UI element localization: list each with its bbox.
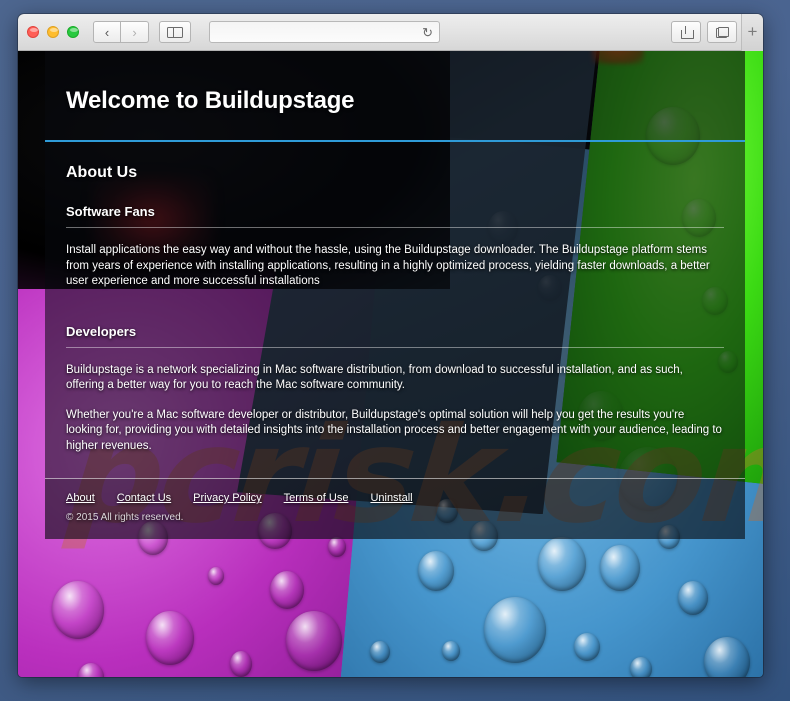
site-footer: About Contact Us Privacy Policy Terms of… — [45, 478, 745, 539]
footer-link-contact-us[interactable]: Contact Us — [117, 492, 171, 504]
footer-link-uninstall[interactable]: Uninstall — [370, 492, 412, 504]
section-paragraph: Buildupstage is a network specializing i… — [66, 363, 683, 392]
water-droplet — [52, 581, 104, 639]
sidebar-icon — [167, 26, 183, 38]
water-droplet — [484, 597, 546, 663]
footer-link-about[interactable]: About — [66, 492, 95, 504]
water-droplet — [600, 545, 640, 591]
about-us-heading: About Us — [66, 164, 138, 181]
share-button[interactable] — [671, 21, 701, 43]
footer-link-privacy-policy[interactable]: Privacy Policy — [193, 492, 261, 504]
page-viewport: pcrisk.com Welcome to Buildupstage About… — [18, 51, 763, 677]
water-droplet — [418, 551, 454, 591]
address-bar[interactable]: ↻ — [209, 21, 440, 43]
water-droplet — [286, 611, 342, 671]
water-droplet — [328, 537, 346, 557]
window-controls — [27, 26, 79, 38]
show-sidebar-button[interactable] — [159, 21, 191, 43]
show-tabs-icon — [715, 26, 729, 38]
water-droplet — [230, 651, 252, 677]
minimize-window-button[interactable] — [47, 26, 59, 38]
maximize-window-button[interactable] — [67, 26, 79, 38]
section-heading-developers: Developers — [66, 324, 724, 348]
section-paragraph: Install applications the easy way and wi… — [66, 244, 710, 287]
water-droplet — [270, 571, 304, 609]
site-main: About Us Software Fans Install applicati… — [45, 142, 745, 478]
water-droplet — [146, 611, 194, 665]
browser-toolbar: ‹ › ↻ + — [18, 14, 763, 51]
water-droplet — [630, 657, 652, 677]
water-droplet — [442, 641, 460, 661]
new-tab-button[interactable]: + — [741, 14, 763, 51]
page-title: Welcome to Buildupstage — [66, 87, 355, 114]
back-button[interactable]: ‹ — [93, 21, 121, 43]
copyright-text: © 2015 All rights reserved. — [66, 512, 184, 523]
footer-link-terms-of-use[interactable]: Terms of Use — [284, 492, 349, 504]
site-header: Welcome to Buildupstage — [45, 51, 745, 142]
show-tabs-button[interactable] — [707, 21, 737, 43]
share-icon — [680, 25, 694, 39]
forward-button[interactable]: › — [121, 21, 149, 43]
section-paragraph: Whether you're a Mac software developer … — [66, 408, 722, 452]
reload-icon[interactable]: ↻ — [422, 26, 433, 39]
website-content: Welcome to Buildupstage About Us Softwar… — [45, 51, 745, 539]
water-droplet — [574, 633, 600, 661]
navigation-buttons: ‹ › — [93, 21, 149, 43]
water-droplet — [208, 567, 224, 585]
footer-links: About Contact Us Privacy Policy Terms of… — [66, 492, 724, 504]
water-droplet — [538, 537, 586, 591]
water-droplet — [678, 581, 708, 615]
section-heading-software-fans: Software Fans — [66, 204, 724, 228]
water-droplet — [370, 641, 390, 663]
safari-browser-window: ‹ › ↻ + Welcome to Buildupstage About Us… — [18, 14, 763, 677]
close-window-button[interactable] — [27, 26, 39, 38]
